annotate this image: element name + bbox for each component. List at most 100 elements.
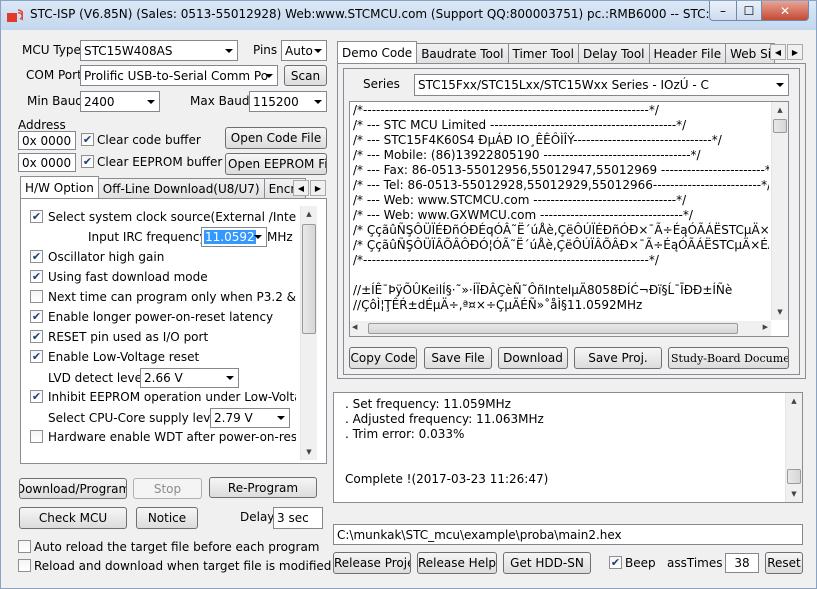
right-tab-scroll-left-icon[interactable]: ◀	[770, 44, 786, 60]
scroll-down-icon[interactable]: ▼	[786, 486, 802, 502]
scroll-down-icon[interactable]: ▼	[301, 444, 317, 460]
clear-eeprom-checkbox[interactable]: ✔	[81, 155, 94, 168]
chevron-down-icon	[226, 376, 234, 380]
irc-frequency-select[interactable]: 11.0592	[201, 227, 267, 247]
tab-hw-option-label: H/W Option	[25, 180, 94, 195]
tab-offline-download[interactable]: Off-Line Download(U8/U7)	[97, 178, 265, 198]
beep-checkbox[interactable]: ✔	[609, 556, 622, 569]
hw-tabs: H/W Option Off-Line Download(U8/U7) Encr…	[20, 176, 306, 198]
lvd-level-label: LVD detect level	[48, 371, 146, 385]
copy-code-button[interactable]: Copy Code	[349, 347, 417, 369]
scroll-thumb-h[interactable]	[368, 323, 738, 334]
scroll-thumb[interactable]	[787, 469, 801, 484]
irc-unit-label: MHz	[267, 230, 293, 244]
maximize-button[interactable]: ☐	[736, 1, 762, 21]
release-help-button[interactable]: Release Help	[417, 552, 497, 574]
reset-io-checkbox[interactable]: ✔	[30, 330, 43, 343]
code-address-input[interactable]: 0x 0000	[18, 131, 76, 150]
fast-download-checkbox[interactable]: ✔	[30, 270, 43, 283]
get-hdd-sn-button[interactable]: Get HDD-SN	[503, 552, 591, 574]
inhibit-eeprom-checkbox[interactable]: ✔	[30, 390, 43, 403]
download-program-label: Download/Program	[19, 481, 127, 496]
notice-label: Notice	[147, 511, 187, 525]
tab-baudrate-tool[interactable]: Baudrate Tool	[416, 43, 509, 63]
scroll-up-icon[interactable]: ▲	[772, 102, 788, 118]
log-scrollbar[interactable]: ▲ ▼	[785, 393, 802, 502]
scroll-up-icon[interactable]: ▲	[786, 393, 802, 409]
hw-option-list: ✔ Select system clock source(External /I…	[28, 206, 296, 460]
com-port-select[interactable]: Prolific USB-to-Serial Comm Po	[80, 65, 278, 86]
download-demo-button[interactable]: Download	[498, 347, 568, 369]
chevron-down-icon	[225, 48, 233, 53]
min-baud-select[interactable]: 2400	[80, 91, 160, 112]
hw-option-scrollbar[interactable]: ▲ ▼	[300, 206, 317, 460]
minimize-button[interactable]: –	[709, 1, 737, 21]
tab-web-site[interactable]: Web Sit	[725, 43, 776, 63]
core-supply-select[interactable]: 2.79 V	[210, 408, 290, 428]
code-scrollbar-h[interactable]: ◀ ▶	[350, 321, 771, 336]
osc-gain-label: Oscillator high gain	[48, 250, 165, 264]
stop-button[interactable]: Stop	[133, 478, 202, 499]
code-line: /* --- Fax: 86-0513-55012956,55012947,55…	[353, 163, 769, 177]
tab-demo-code[interactable]: Demo Code	[337, 41, 418, 63]
series-value: STC15Fxx/STC15Lxx/STC15Wxx Series - IOzÚ…	[418, 78, 709, 92]
right-tab-scroll-right-icon[interactable]: ▶	[787, 44, 803, 60]
tab-timer-tool-label: Timer Tool	[512, 46, 574, 61]
log-line: Complete !(2017-03-23 11:26:47)	[345, 472, 549, 486]
download-program-button[interactable]: Download/Program	[19, 478, 127, 499]
osc-gain-checkbox[interactable]: ✔	[30, 250, 43, 263]
code-line: /* --- STC MCU Limited -----------------…	[353, 118, 687, 132]
tab-scroll-right-icon[interactable]: ▶	[310, 180, 326, 196]
chevron-down-icon	[254, 235, 262, 239]
reload-download-checkbox[interactable]	[18, 559, 31, 572]
open-eeprom-file-label: Open EEPROM File	[228, 157, 327, 171]
scroll-down-icon[interactable]: ▼	[772, 304, 788, 320]
sys-clock-checkbox[interactable]: ✔	[30, 210, 43, 223]
study-board-button[interactable]: Study-Board Document	[668, 347, 789, 369]
scroll-left-icon[interactable]: ◀	[352, 323, 357, 331]
lvd-level-select[interactable]: 2.66 V	[140, 368, 239, 388]
release-help-label: Release Help	[417, 556, 497, 570]
check-mcu-button[interactable]: Check MCU	[19, 507, 127, 529]
code-scrollbar-v[interactable]: ▲ ▼	[771, 102, 788, 320]
tab-delay-tool[interactable]: Delay Tool	[577, 43, 650, 63]
series-select[interactable]: STC15Fxx/STC15Lxx/STC15Wxx Series - IOzÚ…	[414, 74, 789, 96]
scan-button[interactable]: Scan	[284, 65, 327, 86]
auto-reload-checkbox[interactable]	[18, 540, 31, 553]
save-file-button[interactable]: Save File	[424, 347, 492, 369]
eeprom-address-input[interactable]: 0x 0000	[18, 153, 76, 172]
mcu-type-select[interactable]: STC15W408AS	[80, 40, 238, 61]
pins-select[interactable]: Auto	[281, 40, 327, 61]
longer-reset-checkbox[interactable]: ✔	[30, 310, 43, 323]
eeprom-address-value: 0x 0000	[22, 155, 72, 170]
low-voltage-reset-checkbox[interactable]: ✔	[30, 350, 43, 363]
clear-code-checkbox[interactable]: ✔	[81, 133, 94, 146]
log-line: . Trim error: 0.033%	[345, 427, 465, 441]
p32-p33-checkbox[interactable]	[30, 290, 43, 303]
tab-hw-option[interactable]: H/W Option	[20, 176, 99, 198]
code-line: /* --- Web: www.STCMCU.com -------------…	[353, 193, 687, 207]
open-eeprom-file-button[interactable]: Open EEPROM File	[225, 153, 327, 175]
chevron-down-icon	[314, 99, 322, 104]
wdt-checkbox[interactable]	[30, 430, 43, 443]
pins-value: Auto	[285, 43, 313, 58]
tab-header-file-label: Header File	[653, 46, 722, 61]
scroll-thumb[interactable]	[302, 224, 316, 334]
scroll-up-icon[interactable]: ▲	[301, 206, 317, 222]
max-baud-select[interactable]: 115200	[249, 91, 327, 112]
reset-button[interactable]: Reset	[765, 552, 803, 574]
scroll-right-icon[interactable]: ▶	[763, 323, 768, 331]
scroll-thumb[interactable]	[773, 119, 787, 133]
open-code-file-button[interactable]: Open Code File	[225, 127, 327, 149]
log-text: . Set frequency: 11.059MHz. Adjusted fre…	[345, 397, 775, 497]
min-baud-label: Min Baud	[27, 94, 83, 108]
tab-timer-tool[interactable]: Timer Tool	[507, 43, 579, 63]
re-program-button[interactable]: Re-Program	[209, 477, 317, 498]
notice-button[interactable]: Notice	[136, 507, 198, 529]
delay-select[interactable]: 3 sec	[273, 507, 323, 529]
save-proj-button[interactable]: Save Proj.	[574, 347, 662, 369]
tab-header-file[interactable]: Header File	[648, 43, 727, 63]
close-button[interactable]: ✕	[761, 1, 809, 21]
release-project-button[interactable]: Release Proje	[333, 552, 411, 574]
tab-scroll-left-icon[interactable]: ◀	[293, 180, 309, 196]
